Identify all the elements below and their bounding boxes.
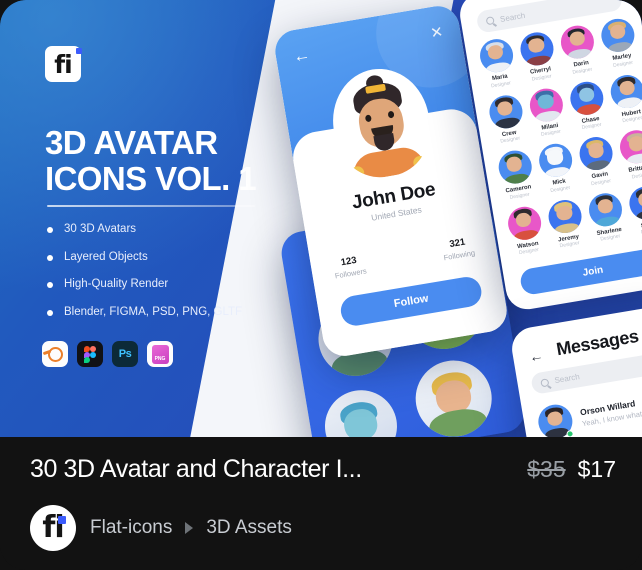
avatar-image xyxy=(517,29,556,68)
feature-item: Layered Objects xyxy=(47,251,242,264)
png-icon: PNG xyxy=(147,341,173,367)
avatar-cell[interactable]: Chase Designer xyxy=(565,78,611,132)
avatar-cell[interactable]: Hubert Designer xyxy=(606,72,642,126)
avatar-cell[interactable]: Maria Designer xyxy=(475,36,521,90)
feature-item: 30 3D Avatars xyxy=(47,223,242,236)
messages-title: Messages xyxy=(554,325,640,360)
search-icon xyxy=(485,16,495,26)
messages-search-input[interactable]: Search xyxy=(530,350,642,395)
avatar-circle xyxy=(409,354,498,437)
feature-item: High-Quality Render xyxy=(47,278,242,291)
price-group: $35 $17 xyxy=(527,456,616,483)
original-price: $35 xyxy=(527,456,566,482)
breadcrumb: Flat-icons 3D Assets xyxy=(90,517,292,539)
close-icon[interactable]: ✕ xyxy=(429,23,444,42)
listing-author-row: fi Flat-icons 3D Assets xyxy=(30,505,292,551)
back-arrow-icon[interactable]: ← xyxy=(528,347,544,365)
avatar-cell[interactable]: Gavin Designer xyxy=(575,134,621,188)
promo-title-line-2: ICONS VOL. 1 xyxy=(45,159,257,197)
avatar-image xyxy=(495,148,534,187)
product-preview-image[interactable]: fi 3D AVATAR ICONS VOL. 1 30 3D Avatars … xyxy=(0,0,642,437)
search-placeholder: Search xyxy=(553,372,581,386)
current-price: $17 xyxy=(577,456,616,482)
avatar-circle xyxy=(319,384,403,437)
avatar-image xyxy=(545,197,584,236)
avatar[interactable]: fi xyxy=(30,505,76,551)
search-icon xyxy=(540,377,550,387)
avatar-cell[interactable]: Sharlene Designer xyxy=(584,190,630,244)
listing-title-row: 30 3D Avatar and Character I... $35 $17 xyxy=(30,455,616,484)
avatar-grid: Maria Designer Cherryl Designer Darin Desig… xyxy=(475,16,642,258)
blender-icon xyxy=(42,341,68,367)
avatar-cell[interactable]: Brittania Designer xyxy=(615,127,642,181)
photoshop-icon: Ps xyxy=(112,341,138,367)
avatar-cell[interactable]: Darin Designer xyxy=(556,23,602,77)
avatar-image xyxy=(558,23,597,62)
avatar-image xyxy=(586,190,625,229)
supported-apps-row: Ps PNG xyxy=(42,341,173,367)
avatar-image xyxy=(505,204,544,243)
author-logo-dot xyxy=(57,516,66,524)
figma-icon xyxy=(77,341,103,367)
avatar-cell[interactable]: Crew Designer xyxy=(484,92,530,146)
join-button[interactable]: Join xyxy=(518,246,642,297)
avatar-cell[interactable]: Milani Designer xyxy=(525,85,571,139)
avatar-image xyxy=(617,127,642,166)
avatar-image xyxy=(486,92,525,131)
listing-info-bar: 30 3D Avatar and Character I... $35 $17 … xyxy=(0,437,642,570)
avatar-cell[interactable]: Jeremy Designer xyxy=(543,197,589,251)
promo-title-line-1: 3D AVATAR xyxy=(45,124,218,161)
brand-logo-dot xyxy=(76,48,82,54)
chevron-right-icon xyxy=(185,522,194,534)
promo-title: 3D AVATAR ICONS VOL. 1 xyxy=(45,125,305,196)
page-title[interactable]: 30 3D Avatar and Character I... xyxy=(30,455,362,484)
breadcrumb-category[interactable]: 3D Assets xyxy=(206,517,292,539)
avatar-image xyxy=(577,134,616,173)
online-status-dot xyxy=(566,429,575,437)
avatar-cell[interactable]: Cameron Designer xyxy=(493,148,539,202)
back-arrow-icon[interactable]: ← xyxy=(292,45,312,67)
author-logo-text: fi xyxy=(42,510,66,545)
search-placeholder: Search xyxy=(499,10,526,24)
avatar-image xyxy=(627,183,642,222)
promo-feature-list: 30 3D Avatars Layered Objects High-Quali… xyxy=(47,223,242,334)
avatar-image xyxy=(536,141,575,180)
avatar-image xyxy=(599,16,638,55)
product-card[interactable]: fi 3D AVATAR ICONS VOL. 1 30 3D Avatars … xyxy=(0,0,642,570)
feature-item: Blender, FIGMA, PSD, PNG, GLTF xyxy=(47,306,242,319)
avatar-image xyxy=(477,36,516,75)
png-icon-label: PNG xyxy=(151,344,169,364)
avatar-cell[interactable]: Cherryl Designer xyxy=(515,29,561,83)
promo-divider xyxy=(47,205,255,207)
avatar-image xyxy=(567,78,606,117)
avatar-cell[interactable]: Mick Designer xyxy=(534,141,580,195)
brand-logo-badge: fi xyxy=(45,46,82,82)
breadcrumb-author[interactable]: Flat-icons xyxy=(90,517,172,539)
brand-logo-text: fi xyxy=(54,49,72,79)
avatar-image xyxy=(527,85,566,124)
message-thread-row[interactable]: Orson Willard Yeah, I know what you m... xyxy=(535,386,642,437)
avatar-image xyxy=(608,72,642,111)
avatar-cell[interactable]: Marley Designer xyxy=(597,16,642,70)
avatar-cell[interactable]: Watson Designer xyxy=(503,204,549,258)
